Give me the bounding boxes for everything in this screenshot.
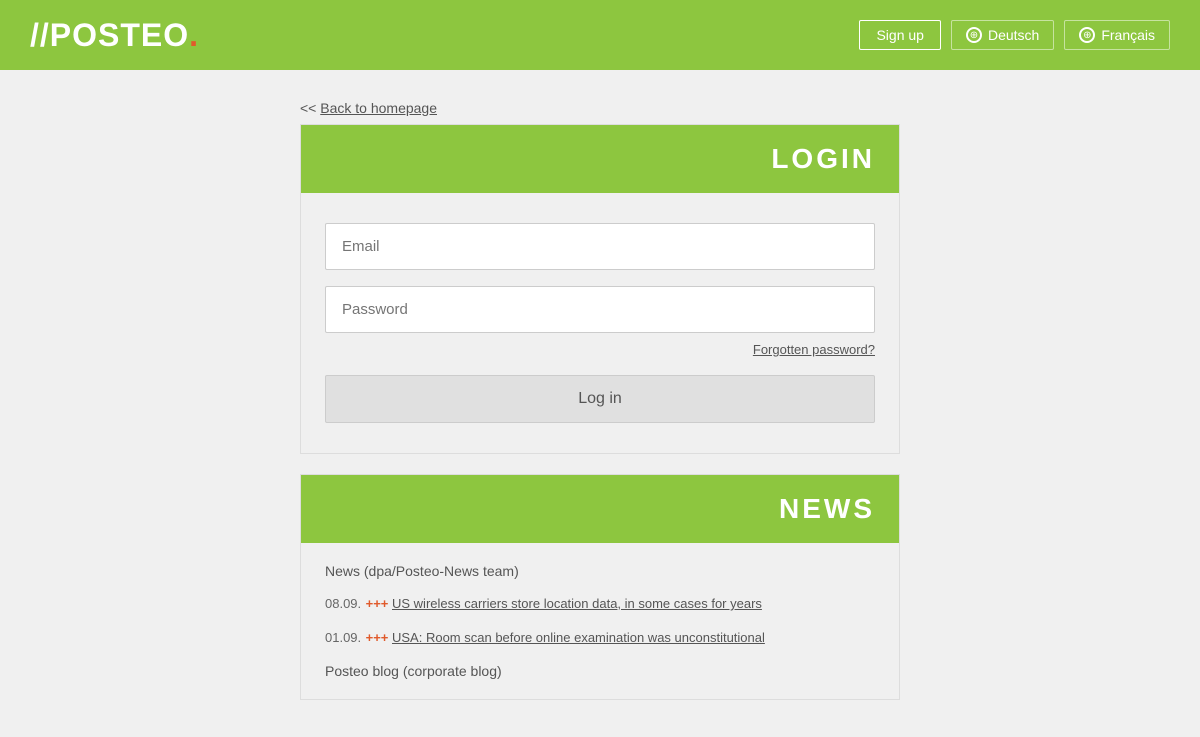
news-box: NEWS News (dpa/Posteo-News team) 08.09. … bbox=[300, 474, 900, 700]
news-link-2[interactable]: USA: Room scan before online examination… bbox=[392, 630, 765, 645]
header: //POSTEO. Sign up ⊕ Deutsch ⊕ Français bbox=[0, 0, 1200, 70]
news-item-2: 01.09. +++ USA: Room scan before online … bbox=[325, 629, 875, 647]
deutsch-label: Deutsch bbox=[988, 27, 1039, 43]
francais-button[interactable]: ⊕ Français bbox=[1064, 20, 1170, 50]
deutsch-button[interactable]: ⊕ Deutsch bbox=[951, 20, 1054, 50]
login-button[interactable]: Log in bbox=[325, 375, 875, 423]
header-buttons: Sign up ⊕ Deutsch ⊕ Français bbox=[859, 20, 1170, 50]
forgot-link-container: Forgotten password? bbox=[325, 341, 875, 359]
login-body: Forgotten password? Log in bbox=[301, 193, 899, 453]
login-header: LOGIN bbox=[301, 125, 899, 193]
login-box: LOGIN Forgotten password? Log in bbox=[300, 124, 900, 454]
login-title: LOGIN bbox=[771, 143, 875, 174]
francais-label: Français bbox=[1101, 27, 1155, 43]
forgot-password-link[interactable]: Forgotten password? bbox=[753, 342, 875, 357]
back-prefix: << bbox=[300, 100, 320, 116]
news-title: NEWS bbox=[779, 493, 875, 524]
password-group bbox=[325, 286, 875, 333]
logo-dot: . bbox=[189, 17, 199, 53]
logo: //POSTEO. bbox=[30, 17, 199, 54]
email-group bbox=[325, 223, 875, 270]
signup-button[interactable]: Sign up bbox=[859, 20, 940, 50]
blog-section: Posteo blog (corporate blog) bbox=[325, 663, 875, 679]
news-date-1: 08.09. bbox=[325, 596, 361, 611]
globe-icon-deutsch: ⊕ bbox=[966, 27, 982, 43]
password-input[interactable] bbox=[325, 286, 875, 333]
email-input[interactable] bbox=[325, 223, 875, 270]
news-source: News (dpa/Posteo-News team) bbox=[325, 563, 875, 579]
news-plus-1: +++ bbox=[366, 596, 392, 611]
back-link-container: << Back to homepage bbox=[300, 100, 900, 116]
main-content: << Back to homepage LOGIN Forgotten pass… bbox=[300, 70, 900, 730]
blog-label: Posteo blog (corporate blog) bbox=[325, 663, 502, 679]
back-to-homepage-link[interactable]: Back to homepage bbox=[320, 100, 437, 116]
news-body: News (dpa/Posteo-News team) 08.09. +++ U… bbox=[301, 543, 899, 699]
logo-text: //POSTEO bbox=[30, 17, 189, 53]
news-link-1[interactable]: US wireless carriers store location data… bbox=[392, 596, 762, 611]
news-date-2: 01.09. bbox=[325, 630, 361, 645]
news-item-1: 08.09. +++ US wireless carriers store lo… bbox=[325, 595, 875, 613]
news-plus-2: +++ bbox=[366, 630, 392, 645]
globe-icon-francais: ⊕ bbox=[1079, 27, 1095, 43]
news-header: NEWS bbox=[301, 475, 899, 543]
